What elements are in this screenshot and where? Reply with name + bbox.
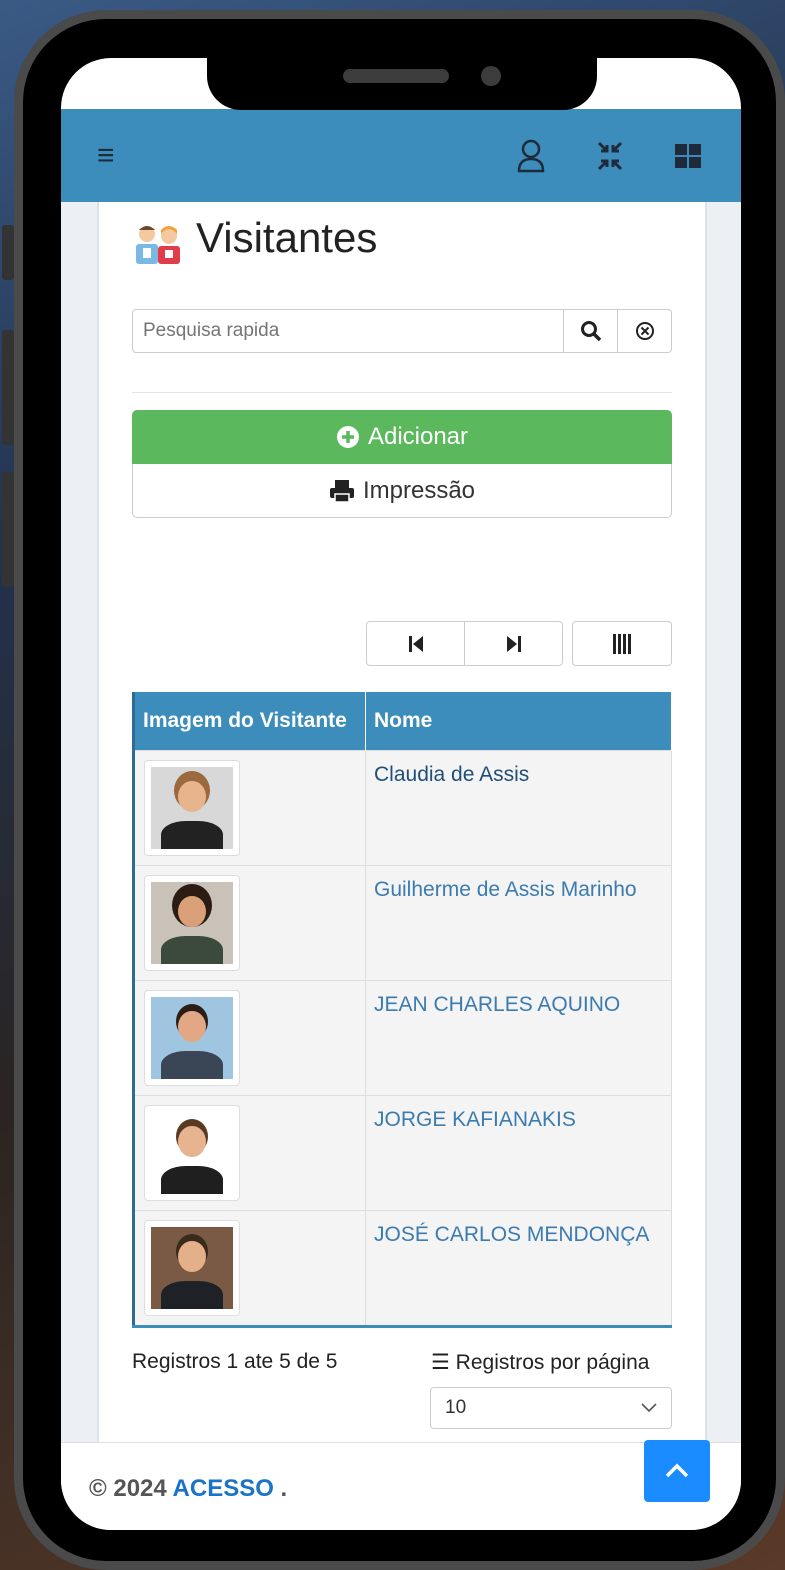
list-icon: ☰ (431, 1351, 450, 1374)
image-cell (133, 979, 366, 1095)
divider (132, 392, 672, 393)
compress-icon[interactable] (595, 139, 625, 181)
add-button-label: Adicionar (367, 423, 469, 450)
table-row: JORGE KAFIANAKIS (133, 1094, 672, 1210)
table-row: Guilherme de Assis Marinho (133, 864, 672, 980)
per-page-label: ☰ Registros por página (431, 1350, 649, 1375)
visitor-photo[interactable] (144, 759, 240, 856)
clear-icon (635, 322, 654, 340)
page-title: Visitantes (196, 214, 378, 261)
print-button[interactable]: Impressão (132, 464, 672, 518)
last-page-icon (506, 635, 521, 652)
table-row: Claudia de Assis (133, 749, 672, 865)
pagination-nav (366, 621, 563, 666)
per-page-text: Registros por página (455, 1351, 650, 1374)
visitor-name-link[interactable]: Claudia de Assis (365, 749, 672, 865)
visitors-icon (136, 226, 180, 264)
top-navbar: ≡ (61, 109, 741, 202)
search-input[interactable] (133, 310, 563, 352)
copyright: © 2024 ACESSO . (89, 1475, 287, 1503)
per-page-select[interactable]: 10 (430, 1387, 672, 1429)
copyright-suffix: . (273, 1475, 288, 1502)
visitor-photo[interactable] (144, 1104, 240, 1201)
phone-camera (481, 66, 501, 86)
visitor-photo[interactable] (144, 989, 240, 1086)
visitor-name-link[interactable]: JOSÉ CARLOS MENDONÇA (365, 1209, 672, 1326)
table-row: JEAN CHARLES AQUINO (133, 979, 672, 1095)
phone-volume-down (2, 472, 14, 587)
last-page-button[interactable] (464, 622, 562, 665)
first-page-button[interactable] (367, 622, 464, 665)
visitor-photo[interactable] (144, 1219, 240, 1316)
columns-icon (613, 633, 631, 654)
phone-speaker (343, 69, 449, 83)
chevron-up-icon (665, 1463, 689, 1478)
image-cell (133, 749, 366, 865)
columns-button[interactable] (572, 621, 672, 666)
hamburger-icon[interactable]: ≡ (97, 139, 115, 173)
first-page-icon (408, 635, 423, 652)
image-cell (133, 1209, 366, 1326)
grid-icon[interactable] (673, 139, 703, 181)
search-button[interactable] (563, 310, 617, 352)
image-cell (133, 1094, 366, 1210)
plus-circle-icon (336, 426, 359, 448)
visitors-table: Imagem do Visitante Nome Claudia de Assi… (132, 692, 672, 1328)
records-count: Registros 1 ate 5 de 5 (132, 1350, 338, 1373)
visitor-name-link[interactable]: JORGE KAFIANAKIS (365, 1094, 672, 1210)
printer-icon (329, 479, 354, 503)
visitor-name-link[interactable]: Guilherme de Assis Marinho (365, 864, 672, 980)
phone-volume-up (2, 330, 14, 445)
user-icon[interactable] (516, 139, 546, 181)
phone-notch (207, 58, 597, 110)
table-header-row: Imagem do Visitante Nome (133, 692, 672, 750)
quick-search (132, 309, 672, 353)
image-cell (133, 864, 366, 980)
print-button-label: Impressão (362, 476, 476, 504)
visitor-photo[interactable] (144, 874, 240, 971)
add-button[interactable]: Adicionar (132, 410, 672, 464)
scroll-top-button[interactable] (644, 1440, 710, 1502)
clear-search-button[interactable] (617, 310, 671, 352)
per-page-value: 10 (445, 1397, 467, 1418)
visitor-name-link[interactable]: JEAN CHARLES AQUINO (365, 979, 672, 1095)
footer: © 2024 ACESSO . (61, 1442, 741, 1530)
phone-side-button (2, 225, 14, 280)
copyright-text: © 2024 (89, 1475, 167, 1502)
table-row: JOSÉ CARLOS MENDONÇA (133, 1209, 672, 1326)
brand-link[interactable]: ACESSO (173, 1475, 274, 1502)
column-header-name[interactable]: Nome (365, 692, 672, 750)
chevron-down-icon (641, 1403, 657, 1413)
column-header-image[interactable]: Imagem do Visitante (133, 692, 366, 750)
search-icon (580, 321, 601, 342)
